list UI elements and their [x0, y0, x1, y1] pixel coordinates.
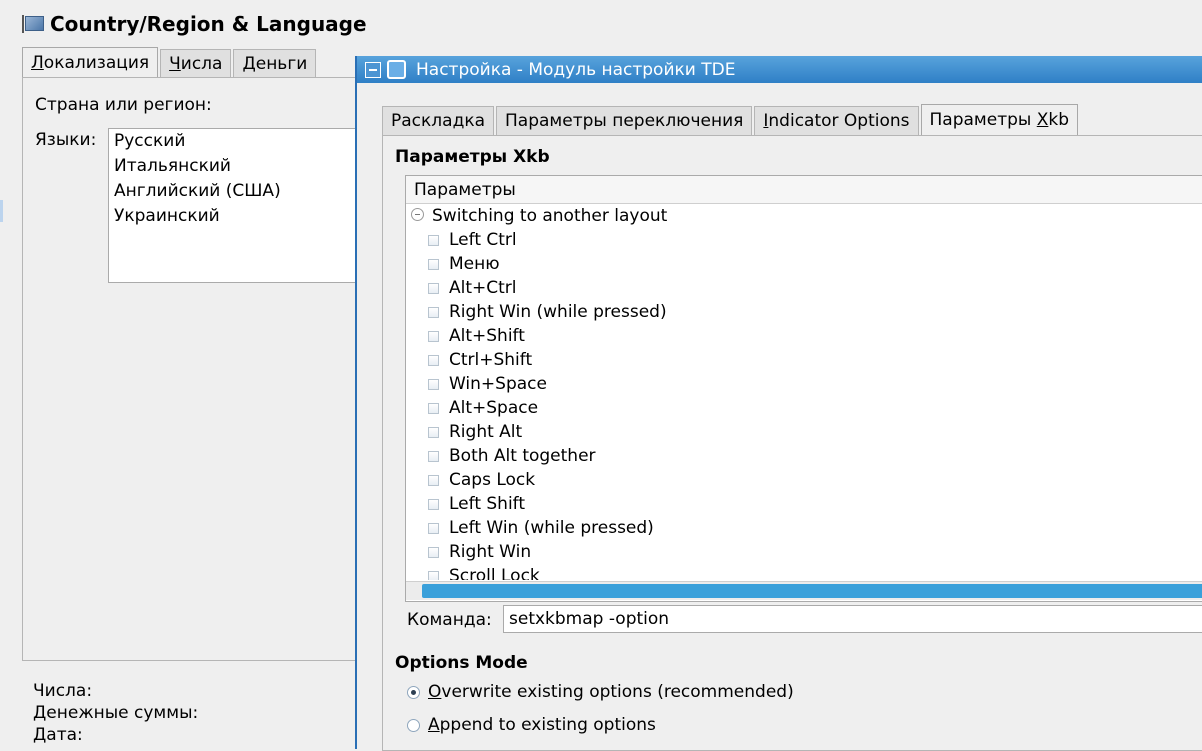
- tree-option-item[interactable]: Ctrl+Shift: [406, 348, 1202, 372]
- languages-list[interactable]: Русский Итальянский Английский (США) Укр…: [108, 128, 370, 283]
- checkbox[interactable]: [428, 546, 439, 558]
- tree-option-item[interactable]: Right Win (while pressed): [406, 300, 1202, 324]
- tree-option-item[interactable]: Left Shift: [406, 492, 1202, 516]
- checkbox[interactable]: [428, 426, 439, 438]
- overwrite-options-radio[interactable]: Overwrite existing options (recommended): [407, 682, 794, 702]
- checkbox[interactable]: [428, 354, 439, 366]
- language-item[interactable]: Русский: [109, 129, 369, 154]
- tree-option-item[interactable]: Right Alt: [406, 420, 1202, 444]
- tab-numbers[interactable]: Числа: [160, 49, 232, 78]
- command-field[interactable]: [503, 605, 1202, 633]
- tab-indicator-options[interactable]: Indicator Options: [754, 106, 919, 135]
- checkbox[interactable]: [428, 306, 439, 318]
- numbers-label: Числа:: [33, 681, 93, 701]
- tab-switching-options[interactable]: Параметры переключения: [496, 106, 753, 135]
- radio-unselected[interactable]: [407, 718, 420, 732]
- append-options-radio[interactable]: Append to existing options: [407, 715, 656, 735]
- currency-label: Денежные суммы:: [33, 703, 199, 723]
- checkbox[interactable]: [428, 570, 439, 580]
- bg-window-title: Country/Region & Language: [22, 10, 367, 38]
- checkbox[interactable]: [428, 498, 439, 510]
- tree-option-item[interactable]: Alt+Shift: [406, 324, 1202, 348]
- dialog-tab-bar: Раскладка Параметры переключения Indicat…: [382, 104, 1080, 135]
- tab-money[interactable]: Деньги: [233, 49, 317, 78]
- tree-group-label: Switching to another layout: [432, 206, 668, 226]
- tab-localization[interactable]: Локализация: [22, 47, 159, 78]
- checkbox[interactable]: [428, 258, 439, 270]
- horizontal-scrollbar[interactable]: [406, 581, 1202, 600]
- checkbox[interactable]: [428, 450, 439, 462]
- command-label: Команда:: [407, 610, 492, 630]
- scrollbar-handle[interactable]: [422, 584, 1202, 598]
- app-icon: [387, 60, 406, 79]
- xkb-options-heading: Параметры Xkb: [395, 147, 550, 167]
- minimize-icon[interactable]: [365, 61, 381, 78]
- tree-option-item[interactable]: Alt+Ctrl: [406, 276, 1202, 300]
- dialog-titlebar[interactable]: Настройка - Модуль настройки TDE: [357, 56, 1202, 83]
- tree-option-item[interactable]: Меню: [406, 252, 1202, 276]
- dialog-title: Настройка - Модуль настройки TDE: [416, 59, 736, 80]
- checkbox[interactable]: [428, 402, 439, 414]
- bg-window-title-text: Country/Region & Language: [50, 12, 367, 36]
- checkbox[interactable]: [428, 282, 439, 294]
- bg-format-labels: Числа: Денежные суммы: Дата:: [33, 680, 198, 746]
- checkbox[interactable]: [428, 330, 439, 342]
- tree-group-switching[interactable]: Switching to another layout: [406, 204, 1202, 228]
- checkbox[interactable]: [428, 522, 439, 534]
- collapse-icon[interactable]: [411, 207, 424, 221]
- country-region-label: Страна или регион:: [35, 95, 212, 115]
- settings-dialog: Настройка - Модуль настройки TDE Расклад…: [355, 56, 1202, 751]
- tree-body: Switching to another layout Left Ctrl Ме…: [406, 204, 1202, 580]
- language-item[interactable]: Украинский: [109, 204, 369, 229]
- tree-option-item[interactable]: Scroll Lock: [406, 564, 1202, 580]
- date-label: Дата:: [33, 725, 83, 745]
- options-mode-heading: Options Mode: [395, 653, 528, 673]
- flag-icon: [22, 15, 44, 33]
- checkbox[interactable]: [428, 378, 439, 390]
- checkbox[interactable]: [428, 474, 439, 486]
- tree-option-item[interactable]: Left Win (while pressed): [406, 516, 1202, 540]
- radio-selected[interactable]: [407, 685, 420, 699]
- xkb-options-tree[interactable]: Параметры Switching to another layout Le…: [405, 175, 1202, 602]
- tree-option-item[interactable]: Right Win: [406, 540, 1202, 564]
- bg-tab-bar: Локализация Числа Деньги: [22, 47, 318, 78]
- tab-layout[interactable]: Раскладка: [382, 106, 495, 135]
- tree-option-item[interactable]: Both Alt together: [406, 444, 1202, 468]
- tree-option-item[interactable]: Caps Lock: [406, 468, 1202, 492]
- tree-column-header[interactable]: Параметры: [406, 176, 1202, 204]
- language-item[interactable]: Английский (США): [109, 179, 369, 204]
- tree-option-item[interactable]: Left Ctrl: [406, 228, 1202, 252]
- tab-xkb-options[interactable]: Параметры Xkb: [920, 104, 1079, 135]
- tree-option-item[interactable]: Win+Space: [406, 372, 1202, 396]
- checkbox[interactable]: [428, 234, 439, 246]
- language-item[interactable]: Итальянский: [109, 154, 369, 179]
- tree-option-item[interactable]: Alt+Space: [406, 396, 1202, 420]
- sidebar-selection-marker: [0, 200, 3, 222]
- languages-label: Языки:: [35, 130, 97, 150]
